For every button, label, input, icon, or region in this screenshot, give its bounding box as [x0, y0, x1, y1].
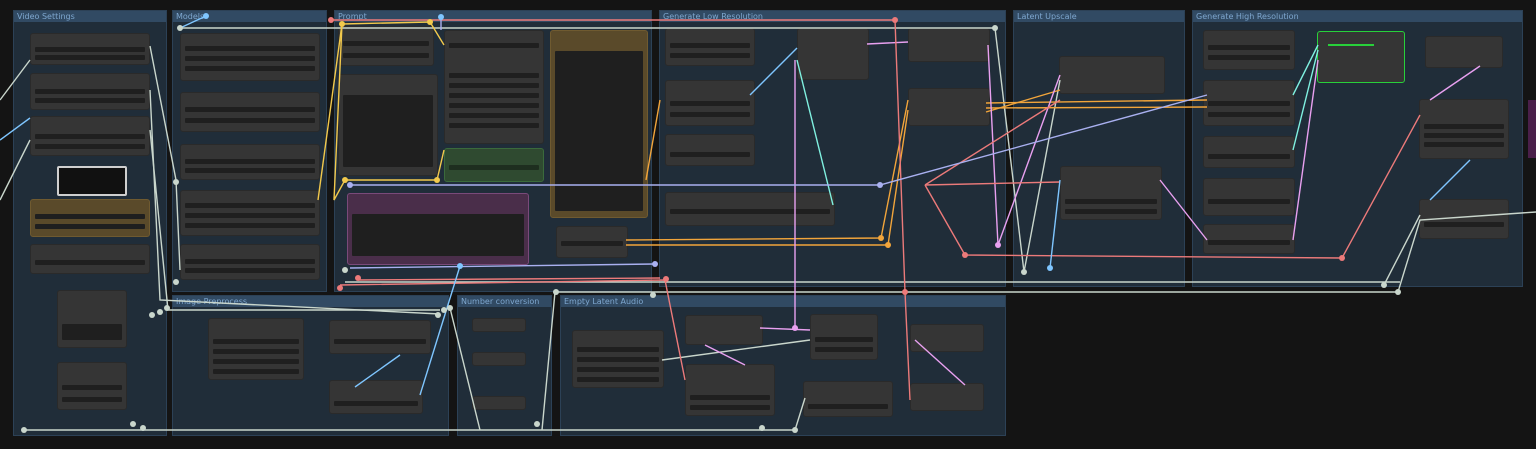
node-graph-canvas[interactable]: Video Settings Models Prompt Generate Lo… — [0, 0, 1536, 449]
connection-wires — [0, 13, 1536, 433]
